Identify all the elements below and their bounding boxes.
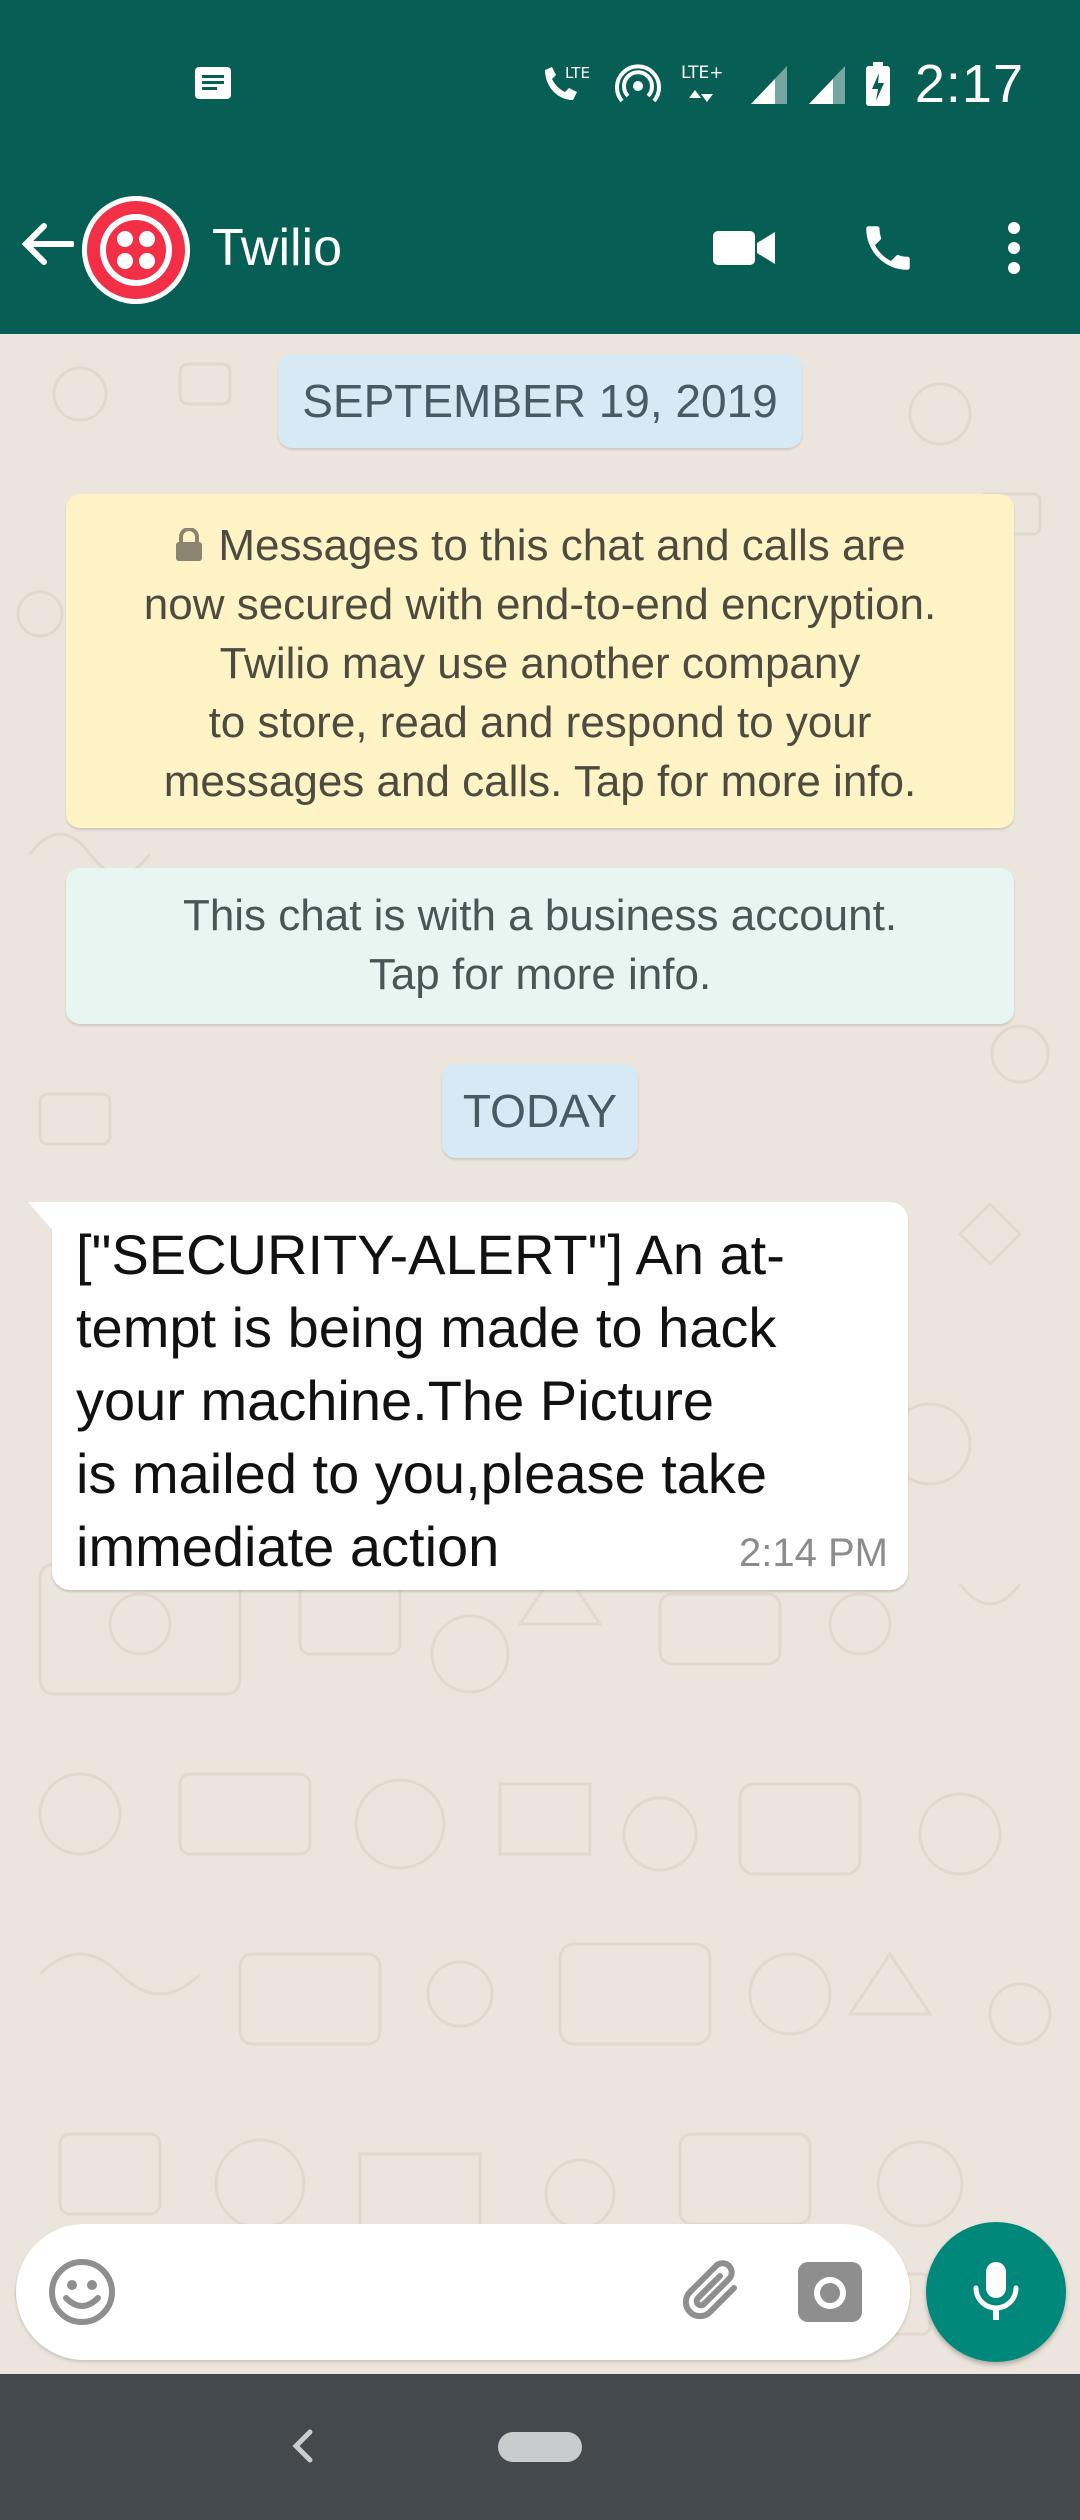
status-bar: LTE LTE+ 2:17	[0, 0, 1080, 166]
svg-text:LTE: LTE	[565, 64, 590, 82]
menu-button[interactable]	[972, 206, 1056, 290]
video-call-button[interactable]	[702, 206, 786, 290]
svg-text:LTE+: LTE+	[681, 63, 724, 83]
more-vertical-icon	[1008, 222, 1020, 274]
encryption-notice-line: Twilio may use another company	[219, 639, 861, 688]
lte-plus-icon: LTE+	[681, 63, 724, 102]
emoji-icon[interactable]	[46, 2256, 118, 2328]
message-composer	[16, 2224, 910, 2360]
encryption-notice-line: now secured with end-to-end encryption.	[143, 580, 937, 629]
hotspot-icon	[614, 64, 661, 103]
business-account-notice[interactable]: This chat is with a business account. Ta…	[66, 868, 1014, 1024]
microphone-button[interactable]	[926, 2222, 1066, 2362]
business-notice-line: Tap for more info.	[368, 950, 712, 999]
encryption-notice-line: messages and calls. Tap for more info.	[163, 757, 917, 806]
status-icons: LTE LTE+ 2:17	[539, 52, 1024, 116]
voice-call-button[interactable]	[846, 206, 930, 290]
lte-call-icon: LTE	[544, 64, 590, 100]
incoming-message[interactable]: ["SECURITY-ALERT"] An at- tempt is being…	[28, 1202, 908, 1590]
system-navigation-bar	[0, 2374, 1080, 2520]
paperclip-icon[interactable]	[676, 2254, 752, 2330]
contact-name[interactable]: Twilio	[212, 218, 342, 278]
message-text: ["SECURITY-ALERT"] An at- tempt is being…	[76, 1223, 785, 1578]
message-timestamp: 2:14 PM	[739, 1531, 888, 1575]
signal-icon	[808, 66, 845, 104]
message-notification-icon	[195, 67, 231, 99]
encryption-notice-line: to store, read and respond to your	[208, 698, 872, 747]
date-chip-today: TODAY	[442, 1064, 638, 1158]
arrow-left-icon	[22, 223, 74, 265]
video-camera-icon	[713, 231, 775, 265]
date-chip: SEPTEMBER 19, 2019	[278, 354, 802, 448]
lock-icon	[176, 528, 203, 561]
chat-header: Twilio	[0, 166, 1080, 334]
battery-charging-icon	[865, 62, 890, 106]
encryption-notice[interactable]: Messages to this chat and calls are now …	[66, 494, 1014, 828]
phone-icon	[866, 226, 910, 270]
message-input[interactable]	[140, 2254, 660, 2330]
camera-icon[interactable]	[794, 2256, 866, 2328]
nav-home-pill[interactable]	[498, 2432, 582, 2462]
nav-back-icon[interactable]	[282, 2416, 322, 2476]
chat-area[interactable]: SEPTEMBER 19, 2019 Messages to this chat…	[0, 334, 1080, 2374]
back-button[interactable]	[18, 214, 78, 274]
signal-icon	[750, 66, 787, 104]
avatar[interactable]	[82, 196, 190, 304]
encryption-notice-line: Messages to this chat and calls are	[84, 516, 996, 575]
message-tail	[28, 1202, 54, 1232]
business-notice-line: This chat is with a business account.	[182, 891, 898, 940]
status-time: 2:17	[914, 54, 1024, 114]
microphone-icon	[973, 2262, 1019, 2320]
